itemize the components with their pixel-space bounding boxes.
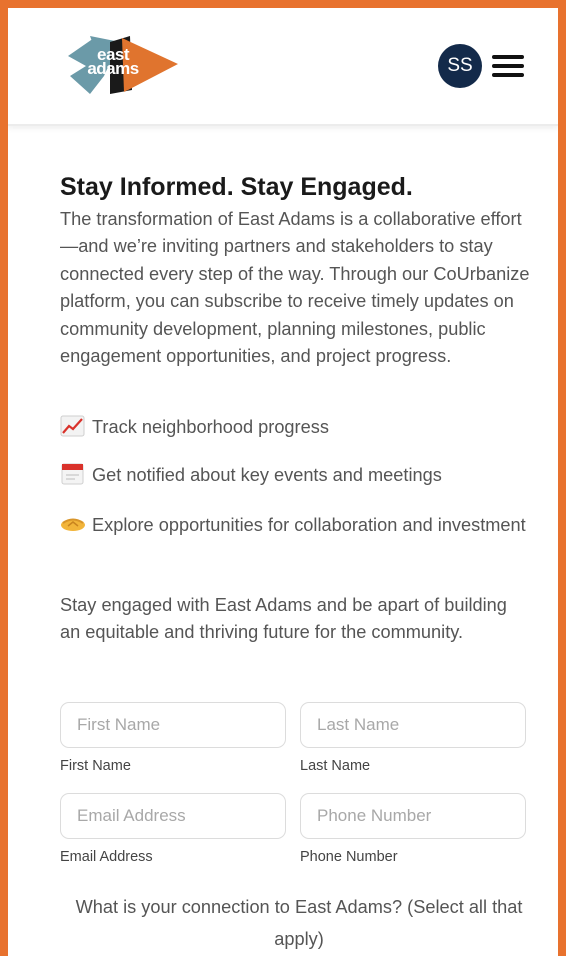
user-avatar[interactable]: SS bbox=[438, 44, 482, 88]
bullet-events: Get notified about key events and meetin… bbox=[60, 462, 442, 489]
bullet-collaboration: Explore opportunities for collaboration … bbox=[60, 512, 530, 539]
bullet-label: Explore opportunities for collaboration … bbox=[92, 515, 526, 535]
site-header: east adams SS bbox=[8, 8, 558, 126]
first-name-label: First Name bbox=[60, 758, 131, 774]
intro-paragraph: The transformation of East Adams is a co… bbox=[60, 209, 530, 367]
page-frame: east adams SS Stay Informed. Stay Engage… bbox=[8, 8, 558, 956]
page-title: Stay Informed. Stay Engaged. bbox=[60, 173, 413, 201]
hamburger-menu-icon[interactable] bbox=[492, 54, 524, 78]
logo-text-adams: adams bbox=[87, 59, 139, 78]
email-label: Email Address bbox=[60, 849, 153, 865]
main-content: Stay Informed. Stay Engaged. The transfo… bbox=[60, 172, 538, 642]
email-input[interactable] bbox=[60, 793, 286, 839]
chart-increasing-icon bbox=[60, 415, 86, 437]
last-name-input[interactable] bbox=[300, 702, 526, 748]
calendar-icon bbox=[60, 463, 86, 485]
bullet-track-progress: Track neighborhood progress bbox=[60, 414, 329, 441]
last-name-label: Last Name bbox=[300, 758, 371, 774]
closing-paragraph: Stay engaged with East Adams and be apar… bbox=[60, 595, 507, 643]
connection-question: What is your connection to East Adams? (… bbox=[75, 897, 523, 949]
phone-label: Phone Number bbox=[300, 849, 398, 865]
handshake-icon bbox=[60, 513, 86, 535]
bullet-label: Track neighborhood progress bbox=[92, 417, 329, 437]
logo-wordmark: east adams bbox=[78, 46, 148, 78]
first-name-input[interactable] bbox=[60, 702, 286, 748]
phone-input[interactable] bbox=[300, 793, 526, 839]
bullet-label: Get notified about key events and meetin… bbox=[92, 465, 442, 485]
